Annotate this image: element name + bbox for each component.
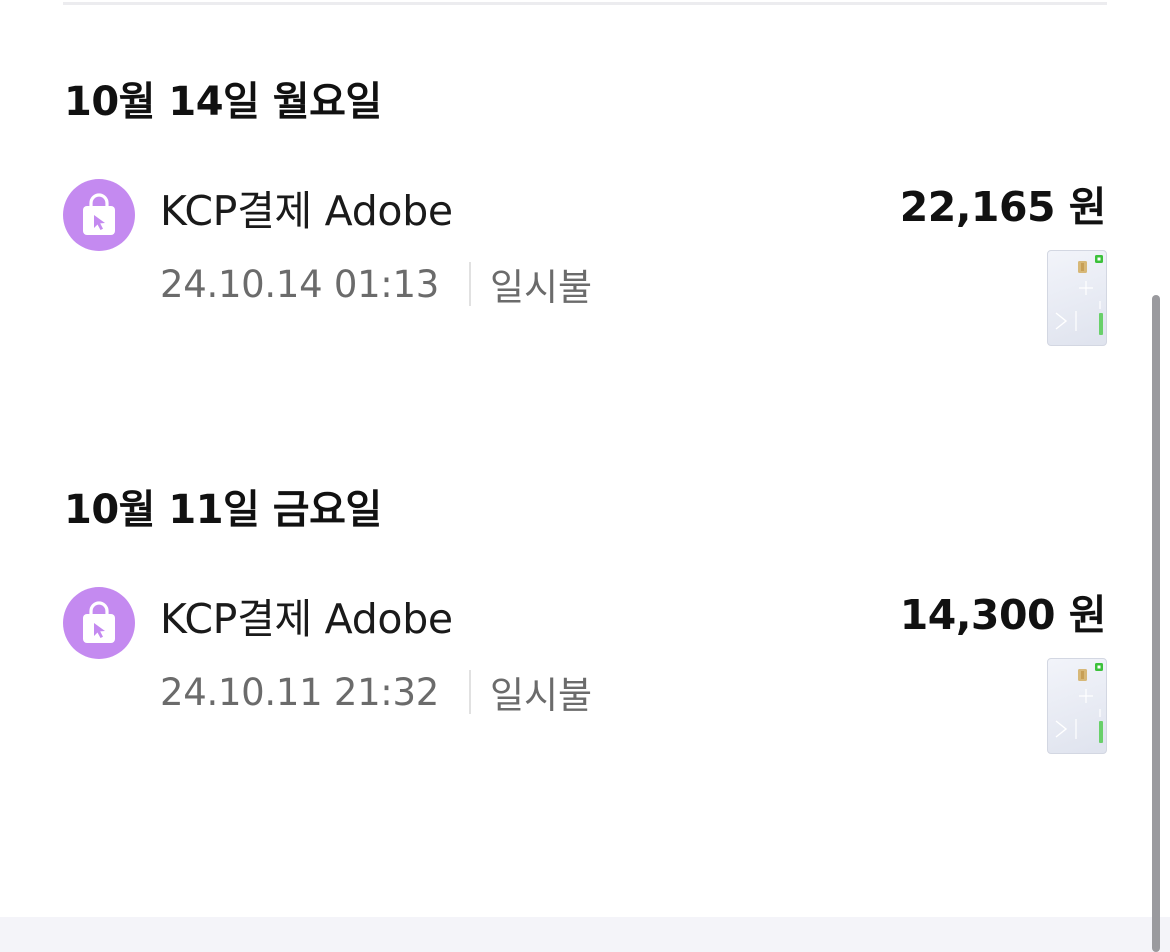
transaction-meta: 24.10.14 01:13 일시불: [160, 256, 592, 312]
merchant-name: KCP결제 Adobe: [160, 187, 453, 235]
transaction-row[interactable]: KCP결제 Adobe 24.10.14 01:13 일시불 22,165 원: [0, 174, 1170, 354]
top-divider: [63, 2, 1107, 5]
card-thumbnail[interactable]: [1047, 250, 1107, 346]
merchant-name: KCP결제 Adobe: [160, 595, 453, 643]
meta-separator: [468, 670, 471, 714]
meta-separator: [468, 262, 471, 306]
transaction-datetime: 24.10.11 21:32: [160, 670, 439, 714]
installment-type: 일시불: [489, 674, 593, 717]
transaction-row[interactable]: KCP결제 Adobe 24.10.11 21:32 일시불 14,300 원: [0, 582, 1170, 762]
bottom-band: [0, 917, 1170, 952]
scrollbar-thumb[interactable]: [1152, 295, 1160, 952]
day-heading: 10월 11일 금요일: [64, 487, 382, 533]
transaction-amount: 14,300 원: [899, 591, 1107, 639]
transaction-amount: 22,165 원: [899, 183, 1107, 231]
shopping-bag-icon: [63, 179, 135, 251]
shopping-bag-icon: [63, 587, 135, 659]
installment-type: 일시불: [489, 266, 593, 309]
day-group: 10월 14일 월요일 KCP결제 Adobe 24.10.14 01:13 일…: [0, 74, 1170, 374]
day-group: 10월 11일 금요일 KCP결제 Adobe 24.10.11 21:32 일…: [0, 482, 1170, 782]
card-thumbnail[interactable]: [1047, 658, 1107, 754]
transaction-meta: 24.10.11 21:32 일시불: [160, 664, 592, 720]
transaction-datetime: 24.10.14 01:13: [160, 262, 439, 306]
day-heading: 10월 14일 월요일: [64, 79, 382, 125]
